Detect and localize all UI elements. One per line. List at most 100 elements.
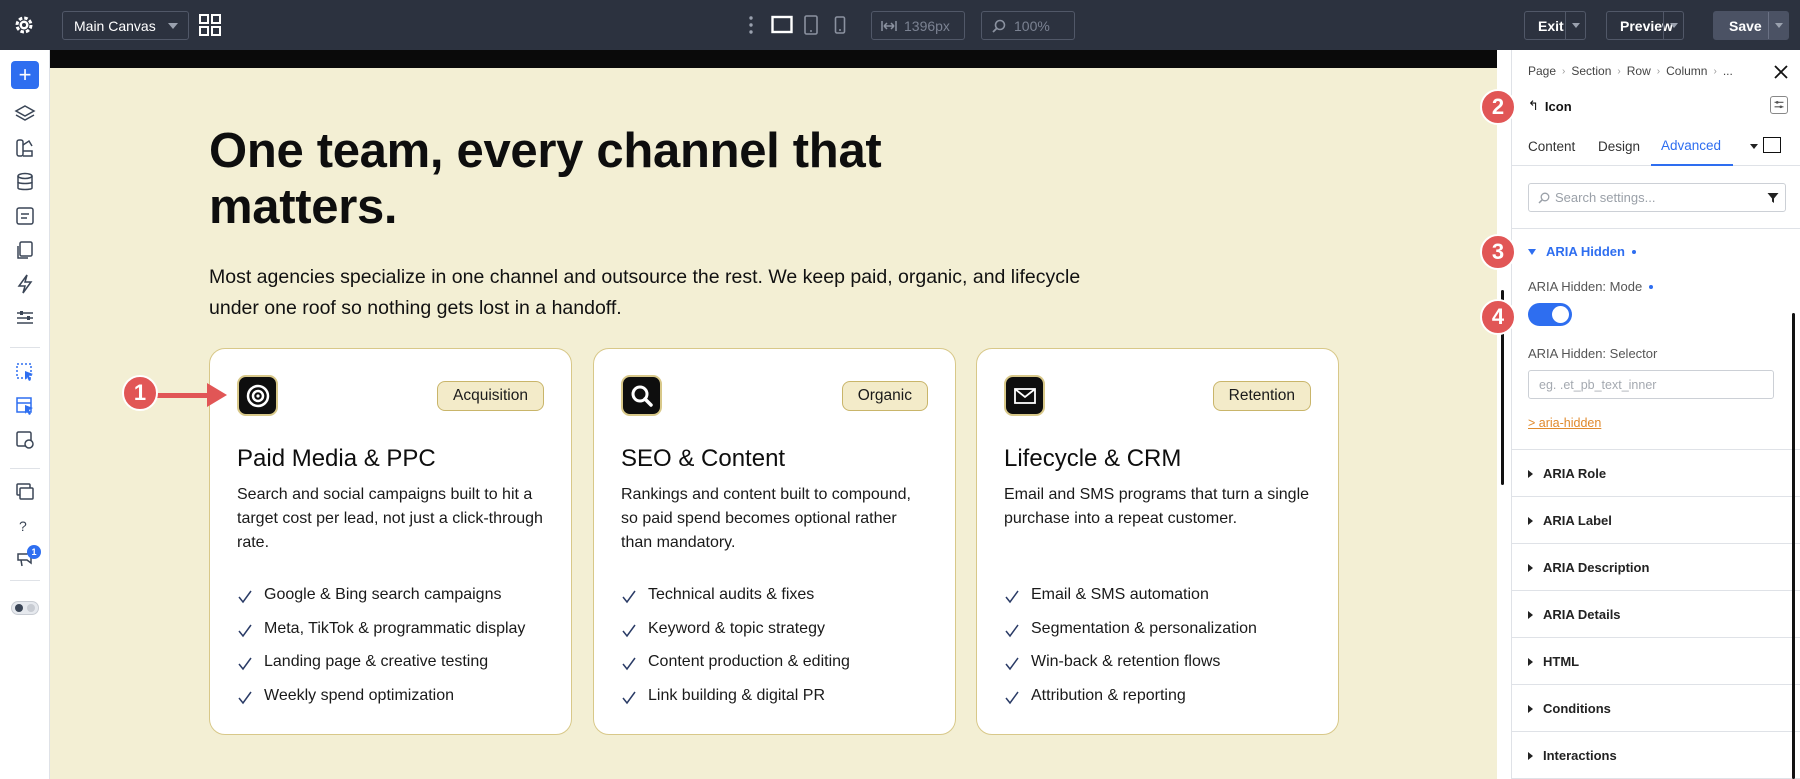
desktop-icon[interactable] xyxy=(771,14,793,36)
settings-sliders-icon[interactable] xyxy=(14,307,36,329)
template-search-icon[interactable] xyxy=(14,429,36,451)
zoom-field[interactable]: 100% xyxy=(981,11,1075,40)
select-section-icon[interactable] xyxy=(14,395,36,417)
service-card[interactable]: Acquisition Paid Media & PPC Search and … xyxy=(209,348,572,735)
group-divider xyxy=(1512,449,1800,450)
group-divider xyxy=(1512,637,1800,638)
filter-icon[interactable] xyxy=(1767,192,1779,204)
close-icon[interactable] xyxy=(1774,65,1788,79)
canvas-select[interactable]: Main Canvas xyxy=(62,11,189,40)
canvas-header-bar xyxy=(50,50,1497,68)
card-icon-box[interactable] xyxy=(237,375,278,416)
exit-button[interactable]: Exit xyxy=(1524,11,1586,40)
top-toolbar: Main Canvas 1396px 100% Exit Preview Sav… xyxy=(0,0,1800,50)
check-icon xyxy=(1005,624,1019,637)
group-html[interactable]: HTML xyxy=(1528,654,1579,669)
check-icon xyxy=(238,657,252,671)
annotation-arrow-head xyxy=(207,383,227,407)
chevron-right-icon: › xyxy=(1562,65,1566,77)
chevron-right-icon: › xyxy=(1713,65,1717,77)
module-title-text: Icon xyxy=(1544,98,1572,114)
tab-advanced[interactable]: Advanced xyxy=(1651,126,1733,166)
exit-label: Exit xyxy=(1538,17,1564,34)
list-item: Landing page & creative testing xyxy=(237,653,525,687)
database-icon[interactable] xyxy=(14,171,36,193)
breadcrumb: Page › Section › Row › Column › ... xyxy=(1528,64,1733,78)
search-icon xyxy=(631,385,653,407)
check-icon xyxy=(622,624,636,637)
gear-icon[interactable] xyxy=(12,13,36,37)
group-interactions[interactable]: Interactions xyxy=(1528,748,1617,763)
list-item: Email & SMS automation xyxy=(1004,586,1257,620)
pages-icon[interactable] xyxy=(14,239,36,261)
aria-hidden-link[interactable]: > aria-hidden xyxy=(1528,416,1601,430)
settings-search-input[interactable]: Search settings... xyxy=(1528,183,1786,212)
group-divider xyxy=(1512,496,1800,497)
group-aria-hidden[interactable]: ARIA Hidden xyxy=(1528,244,1636,259)
module-title[interactable]: ↰ Icon xyxy=(1528,98,1572,114)
form-icon[interactable] xyxy=(14,205,36,227)
theme-builder-icon[interactable] xyxy=(14,137,36,159)
breadcrumb-item[interactable]: Page xyxy=(1528,64,1556,78)
more-dots-icon[interactable] xyxy=(749,14,753,36)
breadcrumb-item[interactable]: ... xyxy=(1723,64,1733,78)
grid-icon[interactable] xyxy=(199,14,221,36)
group-conditions[interactable]: Conditions xyxy=(1528,701,1611,716)
breadcrumb-item[interactable]: Column xyxy=(1666,64,1707,78)
canvas-width-field[interactable]: 1396px xyxy=(871,11,965,40)
tab-design[interactable]: Design xyxy=(1598,126,1640,166)
preview-button[interactable]: Preview xyxy=(1606,11,1684,40)
card-tag: Organic xyxy=(841,381,928,411)
aria-hidden-mode-toggle[interactable] xyxy=(1528,303,1572,326)
panel-scrollbar[interactable] xyxy=(1792,313,1795,779)
card-icon-box[interactable] xyxy=(621,375,662,416)
aria-hidden-selector-label: ARIA Hidden: Selector xyxy=(1528,346,1658,361)
aria-hidden-selector-input[interactable]: eg. .et_pb_text_inner xyxy=(1528,370,1774,399)
tabs-dropdown-icon[interactable] xyxy=(1750,144,1758,149)
responsive-toggle-icon[interactable] xyxy=(1763,137,1781,153)
sidebar-divider xyxy=(10,468,40,469)
group-label: ARIA Role xyxy=(1543,466,1607,481)
card-icon-box[interactable] xyxy=(1004,375,1045,416)
group-aria-label[interactable]: ARIA Label xyxy=(1528,513,1612,528)
zoom-icon xyxy=(992,19,1006,33)
help-icon[interactable]: ? xyxy=(19,518,27,534)
caret-right-icon xyxy=(1528,751,1533,760)
save-dropdown-toggle[interactable] xyxy=(1768,12,1788,39)
group-label: Conditions xyxy=(1543,701,1611,716)
list-item: Segmentation & personalization xyxy=(1004,620,1257,654)
panel-settings-icon[interactable] xyxy=(1770,96,1788,114)
group-aria-role[interactable]: ARIA Role xyxy=(1528,466,1606,481)
add-module-button[interactable]: + xyxy=(11,61,39,89)
service-card[interactable]: Organic SEO & Content Rankings and conte… xyxy=(593,348,956,735)
save-button[interactable]: Save xyxy=(1713,11,1789,40)
tab-content[interactable]: Content xyxy=(1528,126,1575,166)
select-element-icon[interactable] xyxy=(14,361,36,383)
exit-dropdown-toggle[interactable] xyxy=(1565,12,1585,39)
list-item: Link building & digital PR xyxy=(621,687,850,721)
list-item-text: Content production & editing xyxy=(648,653,850,670)
group-aria-details[interactable]: ARIA Details xyxy=(1528,607,1621,622)
check-icon xyxy=(238,590,252,604)
check-icon xyxy=(622,590,636,604)
tablet-icon[interactable] xyxy=(803,14,819,36)
group-label: ARIA Details xyxy=(1543,607,1621,622)
windows-icon[interactable] xyxy=(14,481,36,503)
caret-right-icon xyxy=(1528,563,1533,572)
preview-dropdown-toggle[interactable] xyxy=(1663,12,1683,39)
check-icon xyxy=(238,691,252,704)
list-item-text: Keyword & topic strategy xyxy=(648,619,825,637)
service-card[interactable]: Retention Lifecycle & CRM Email and SMS … xyxy=(976,348,1339,735)
check-icon xyxy=(1005,691,1019,704)
phone-icon[interactable] xyxy=(833,14,847,36)
group-divider xyxy=(1512,731,1800,732)
card-description: Email and SMS programs that turn a singl… xyxy=(1004,486,1310,527)
group-aria-description[interactable]: ARIA Description xyxy=(1528,560,1649,575)
breadcrumb-item[interactable]: Row xyxy=(1627,64,1651,78)
layers-icon[interactable] xyxy=(14,103,36,125)
breadcrumb-item[interactable]: Section xyxy=(1571,64,1611,78)
lightning-icon[interactable] xyxy=(14,273,36,295)
toggle-mode-icon[interactable] xyxy=(11,601,39,615)
search-icon xyxy=(1538,192,1550,204)
chevron-down-icon xyxy=(168,23,178,29)
